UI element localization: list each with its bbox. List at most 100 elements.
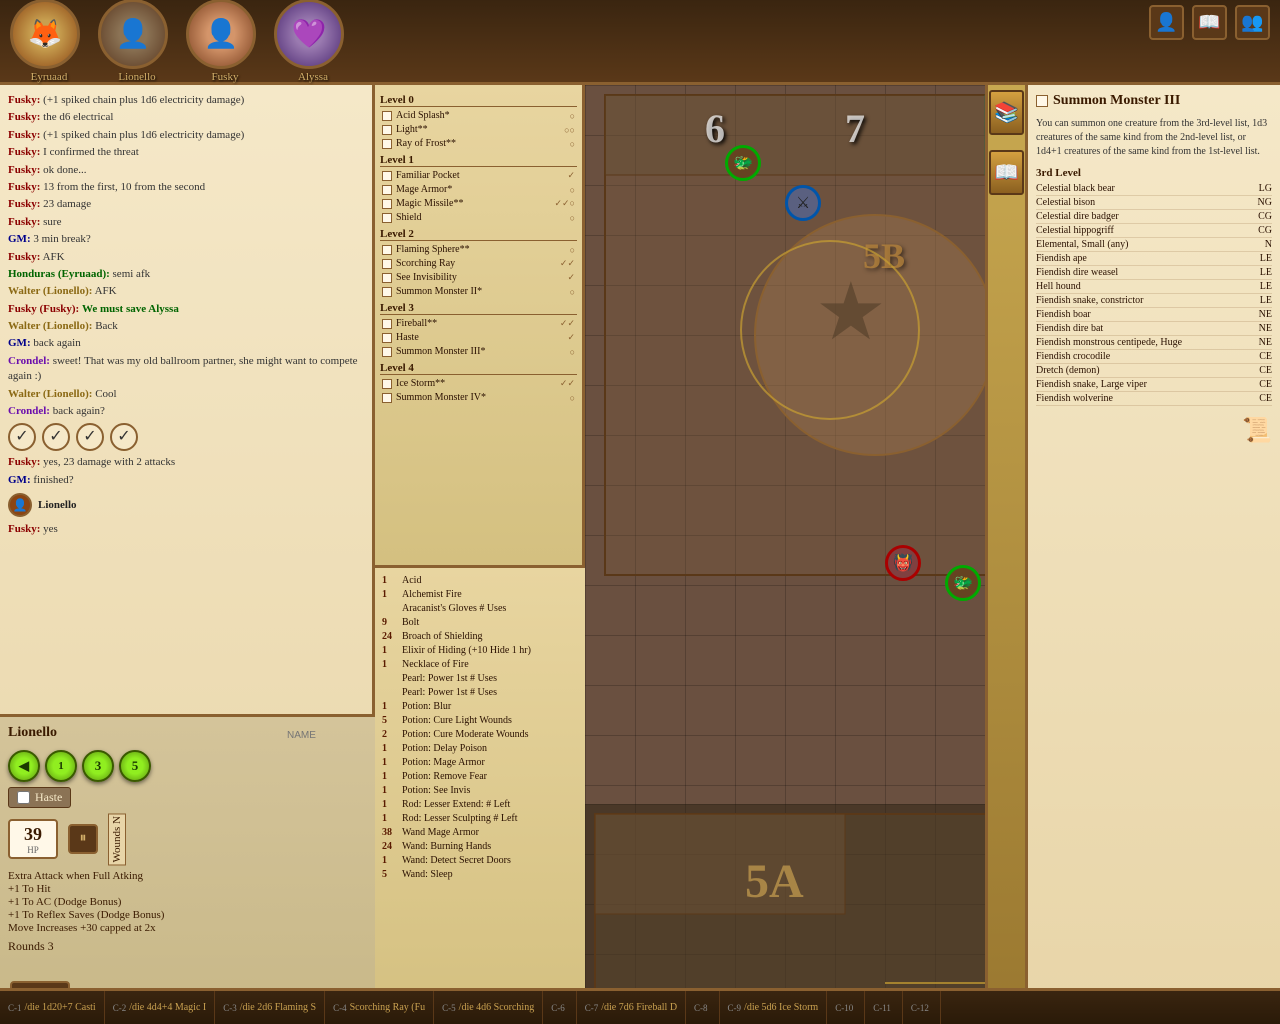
notes-book-2[interactable]: 📖 <box>989 150 1024 195</box>
monster-row[interactable]: Celestial hippogriffCG <box>1036 224 1272 238</box>
spell-checkbox[interactable] <box>382 259 392 269</box>
die-4[interactable]: 5 <box>119 750 151 782</box>
die-2[interactable]: 1 <box>45 750 77 782</box>
spell-checkbox[interactable] <box>382 287 392 297</box>
inventory-row[interactable]: 24Wand: Burning Hands <box>380 840 580 853</box>
inventory-row[interactable]: 1Wand: Detect Secret Doors <box>380 854 580 867</box>
bottom-cmd-10[interactable]: C-11 <box>865 991 903 1024</box>
spell-row[interactable]: Summon Monster III*○ <box>380 345 577 358</box>
monster-row[interactable]: Dretch (demon)CE <box>1036 364 1272 378</box>
spell-row[interactable]: Light**○○ <box>380 123 577 136</box>
bottom-cmd-0[interactable]: C-1/die 1d20+7 Casti <box>0 991 105 1024</box>
monster-row[interactable]: Fiendish apeLE <box>1036 252 1272 266</box>
monster-row[interactable]: Fiendish snake, Large viperCE <box>1036 378 1272 392</box>
spell-row[interactable]: Scorching Ray✓✓ <box>380 257 577 270</box>
inventory-row[interactable]: 1Acid <box>380 574 580 587</box>
spell-checkbox[interactable] <box>382 139 392 149</box>
checkmark-2[interactable]: ✓ <box>76 423 104 451</box>
monster-row[interactable]: Fiendish snake, constrictorLE <box>1036 294 1272 308</box>
spell-checkbox[interactable] <box>382 393 392 403</box>
spell-row[interactable]: Magic Missile**✓✓○ <box>380 197 577 210</box>
book-icon-btn[interactable]: 📖 <box>1192 5 1227 40</box>
inventory-row[interactable]: 2Potion: Cure Moderate Wounds <box>380 728 580 741</box>
spell-checkbox[interactable] <box>382 199 392 209</box>
monster-row[interactable]: Fiendish dire weaselLE <box>1036 266 1272 280</box>
spell-row[interactable]: Fireball**✓✓ <box>380 317 577 330</box>
inventory-row[interactable]: 38Wand Mage Armor <box>380 826 580 839</box>
die-1[interactable]: ◀ <box>8 750 40 782</box>
scroll-icon[interactable]: 📜 <box>1242 416 1272 445</box>
spell-checkbox[interactable] <box>382 379 392 389</box>
inventory-row[interactable]: 24Broach of Shielding <box>380 630 580 643</box>
haste-checkbox[interactable] <box>17 791 30 804</box>
spellbook-panel[interactable]: Level 0Acid Splash*○Light**○○Ray of Fros… <box>375 85 585 565</box>
spell-row[interactable]: Acid Splash*○ <box>380 109 577 122</box>
inventory-panel[interactable]: 1Acid1Alchemist FireAracanist's Gloves #… <box>375 565 585 1024</box>
person-icon-btn[interactable]: 👤 <box>1149 5 1184 40</box>
spell-checkbox[interactable] <box>382 273 392 283</box>
bottom-cmd-3[interactable]: C-4Scorching Ray (Fu <box>325 991 434 1024</box>
monster-row[interactable]: Fiendish crocodileCE <box>1036 350 1272 364</box>
monster-row[interactable]: Elemental, Small (any)N <box>1036 238 1272 252</box>
spell-checkbox[interactable] <box>382 185 392 195</box>
inventory-row[interactable]: 1Elixir of Hiding (+10 Hide 1 hr) <box>380 644 580 657</box>
inventory-row[interactable]: 1Potion: Blur <box>380 700 580 713</box>
spell-row[interactable]: Summon Monster II*○ <box>380 285 577 298</box>
inventory-row[interactable]: 1Rod: Lesser Sculpting # Left <box>380 812 580 825</box>
inventory-row[interactable]: 1Necklace of Fire <box>380 658 580 671</box>
inventory-row[interactable]: 1Potion: Remove Fear <box>380 770 580 783</box>
bottom-cmd-9[interactable]: C-10 <box>827 991 865 1024</box>
inventory-row[interactable]: Pearl: Power 1st # Uses <box>380 672 580 685</box>
token-green-2[interactable]: 🐲 <box>945 565 981 601</box>
char-name-input[interactable] <box>287 730 367 741</box>
map-area-5b[interactable]: 5B 6 7 6 🐲 ⚔ 👹 🐲 ★ <box>585 85 985 804</box>
inventory-row[interactable]: 5Wand: Sleep <box>380 868 580 881</box>
char-eyruaad[interactable]: 🦊 Eyruaad <box>10 0 88 83</box>
spell-row[interactable]: See Invisibility✓ <box>380 271 577 284</box>
spell-checkbox[interactable] <box>382 347 392 357</box>
bottom-cmd-1[interactable]: C-2/die 4d4+4 Magic I <box>105 991 216 1024</box>
inventory-row[interactable]: Pearl: Power 1st # Uses <box>380 686 580 699</box>
spell-row[interactable]: Flaming Sphere**○ <box>380 243 577 256</box>
monster-row[interactable]: Fiendish boarNE <box>1036 308 1272 322</box>
spell-checkbox[interactable] <box>382 111 392 121</box>
bottom-cmd-4[interactable]: C-5/die 4d6 Scorching <box>434 991 543 1024</box>
bottom-cmd-5[interactable]: C-6 <box>543 991 577 1024</box>
spell-row[interactable]: Shield○ <box>380 211 577 224</box>
inventory-row[interactable]: 5Potion: Cure Light Wounds <box>380 714 580 727</box>
monster-row[interactable]: Celestial black bearLG <box>1036 182 1272 196</box>
monster-checkbox[interactable] <box>1036 95 1048 107</box>
bottom-cmd-7[interactable]: C-8 <box>686 991 720 1024</box>
monster-row[interactable]: Fiendish dire batNE <box>1036 322 1272 336</box>
spell-checkbox[interactable] <box>382 333 392 343</box>
spell-row[interactable]: Ray of Frost**○ <box>380 137 577 150</box>
group-icon-btn[interactable]: 👥 <box>1235 5 1270 40</box>
char-alyssa[interactable]: 💜 Alyssa <box>274 0 352 83</box>
checkmark-0[interactable]: ✓ <box>8 423 36 451</box>
monster-row[interactable]: Fiendish monstrous centipede, HugeNE <box>1036 336 1272 350</box>
inventory-row[interactable]: 1Potion: Mage Armor <box>380 756 580 769</box>
die-3[interactable]: 3 <box>82 750 114 782</box>
inventory-row[interactable]: 1Alchemist Fire <box>380 588 580 601</box>
token-blue-1[interactable]: ⚔ <box>785 185 821 221</box>
monster-row[interactable]: Fiendish wolverineCE <box>1036 392 1272 406</box>
spell-checkbox[interactable] <box>382 319 392 329</box>
char-lionello[interactable]: 👤 Lionello <box>98 0 176 83</box>
inventory-row[interactable]: 1Potion: See Invis <box>380 784 580 797</box>
spell-checkbox[interactable] <box>382 171 392 181</box>
monster-row[interactable]: Hell houndLE <box>1036 280 1272 294</box>
inventory-row[interactable]: Aracanist's Gloves # Uses <box>380 602 580 615</box>
spell-checkbox[interactable] <box>382 245 392 255</box>
spell-row[interactable]: Summon Monster IV*○ <box>380 391 577 404</box>
spell-row[interactable]: Familiar Pocket✓ <box>380 169 577 182</box>
bottom-cmd-8[interactable]: C-9/die 5d6 Ice Storm <box>720 991 828 1024</box>
char-fusky[interactable]: 👤 Fusky <box>186 0 264 83</box>
spell-checkbox[interactable] <box>382 125 392 135</box>
monster-row[interactable]: Celestial dire badgerCG <box>1036 210 1272 224</box>
pause-button[interactable]: ⏸ <box>68 824 98 854</box>
spell-checkbox[interactable] <box>382 213 392 223</box>
spell-row[interactable]: Ice Storm**✓✓ <box>380 377 577 390</box>
token-green-1[interactable]: 🐲 <box>725 145 761 181</box>
checkmark-1[interactable]: ✓ <box>42 423 70 451</box>
inventory-row[interactable]: 9Bolt <box>380 616 580 629</box>
